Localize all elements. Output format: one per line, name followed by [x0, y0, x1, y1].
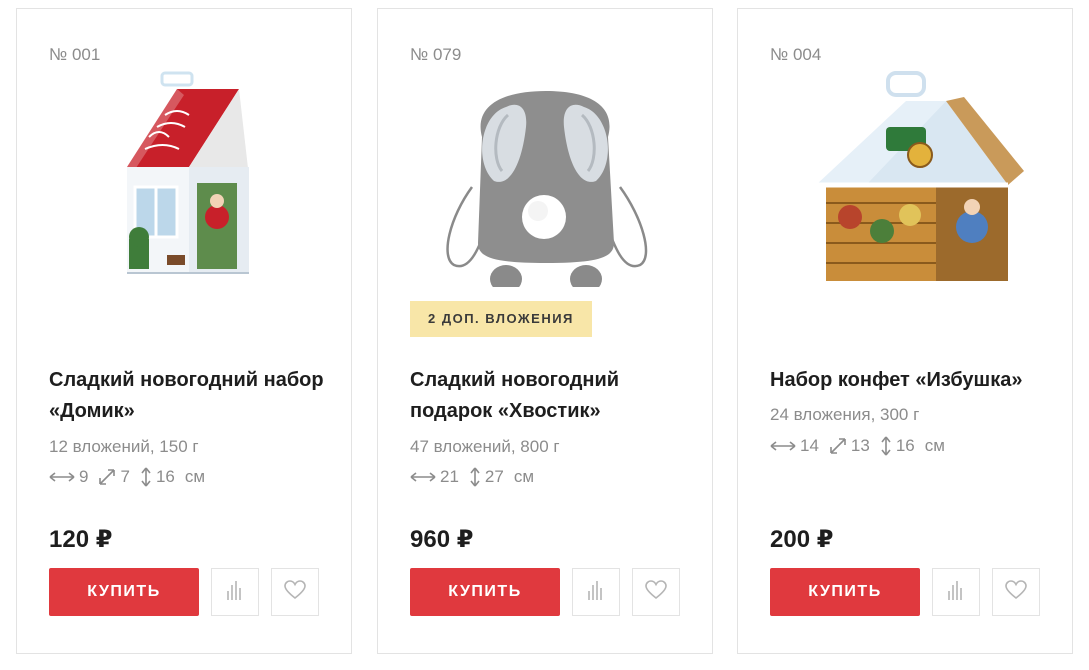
- dimension-unit: см: [513, 467, 535, 486]
- product-title[interactable]: Сладкий новогодний подарок «Хвостик»: [410, 365, 690, 427]
- dimension-unit: см: [924, 436, 945, 455]
- dimension-height: 16: [895, 436, 915, 455]
- heart-icon: [645, 579, 667, 605]
- product-sku: № 001: [49, 45, 101, 64]
- arrows-diagonal-icon: [829, 437, 847, 455]
- arrows-vertical-icon: [140, 467, 152, 487]
- extra-items-badge: 2 ДОП. ВЛОЖЕНИЯ: [410, 301, 592, 337]
- arrows-diagonal-icon: [98, 468, 116, 486]
- compare-button[interactable]: [211, 568, 259, 616]
- product-title[interactable]: Набор конфет «Избушка»: [770, 365, 1050, 396]
- product-meta: 47 вложений, 800 г: [410, 437, 560, 456]
- product-card: № 004 Набор конфет «Избушка» 24 вложения…: [737, 8, 1073, 654]
- product-sku: № 004: [770, 45, 822, 64]
- bar-chart-icon: [587, 579, 605, 606]
- dimension-width: 14: [800, 436, 819, 455]
- buy-button[interactable]: КУПИТЬ: [410, 568, 560, 616]
- dimension-height: 16: [155, 467, 175, 486]
- product-price: 200 ₽: [770, 526, 834, 553]
- buy-button[interactable]: КУПИТЬ: [49, 568, 199, 616]
- dimension-depth: 7: [120, 467, 130, 486]
- buy-button[interactable]: КУПИТЬ: [770, 568, 920, 616]
- product-price: 960 ₽: [410, 526, 474, 553]
- arrows-vertical-icon: [469, 467, 481, 487]
- product-dimensions: 9 7 16 см: [49, 467, 205, 487]
- product-dimensions: 21 27 см: [410, 467, 534, 487]
- compare-button[interactable]: [932, 568, 980, 616]
- heart-icon: [284, 579, 306, 605]
- product-image-bunny-backpack[interactable]: [410, 67, 682, 287]
- product-title[interactable]: Сладкий новогодний набор «Домик»: [49, 365, 329, 427]
- bar-chart-icon: [947, 579, 965, 606]
- product-card: № 079 2 ДОП. ВЛОЖЕНИЯ Сладкий новогодний…: [377, 8, 713, 654]
- product-meta: 24 вложения, 300 г: [770, 405, 920, 424]
- product-dimensions: 14 13 16 см: [770, 436, 945, 456]
- dimension-unit: см: [184, 467, 206, 486]
- favorite-button[interactable]: [271, 568, 319, 616]
- product-image-hut-gift-box[interactable]: [770, 67, 1042, 287]
- favorite-button[interactable]: [992, 568, 1040, 616]
- dimension-width: 9: [79, 467, 89, 486]
- arrows-horizontal-icon: [49, 471, 75, 483]
- product-price: 120 ₽: [49, 526, 113, 553]
- product-sku: № 079: [410, 45, 462, 64]
- product-card: № 001 Сладкий новогодний набор «Домик» 1…: [16, 8, 352, 654]
- arrows-vertical-icon: [880, 436, 892, 456]
- arrows-horizontal-icon: [410, 471, 436, 483]
- dimension-height: 27: [484, 467, 504, 486]
- compare-button[interactable]: [572, 568, 620, 616]
- product-image-house-gift-box[interactable]: [49, 67, 321, 287]
- bar-chart-icon: [226, 579, 244, 606]
- favorite-button[interactable]: [632, 568, 680, 616]
- heart-icon: [1005, 579, 1027, 605]
- arrows-horizontal-icon: [770, 440, 796, 452]
- dimension-depth: 13: [850, 436, 870, 455]
- dimension-width: 21: [440, 467, 459, 486]
- product-meta: 12 вложений, 150 г: [49, 437, 199, 456]
